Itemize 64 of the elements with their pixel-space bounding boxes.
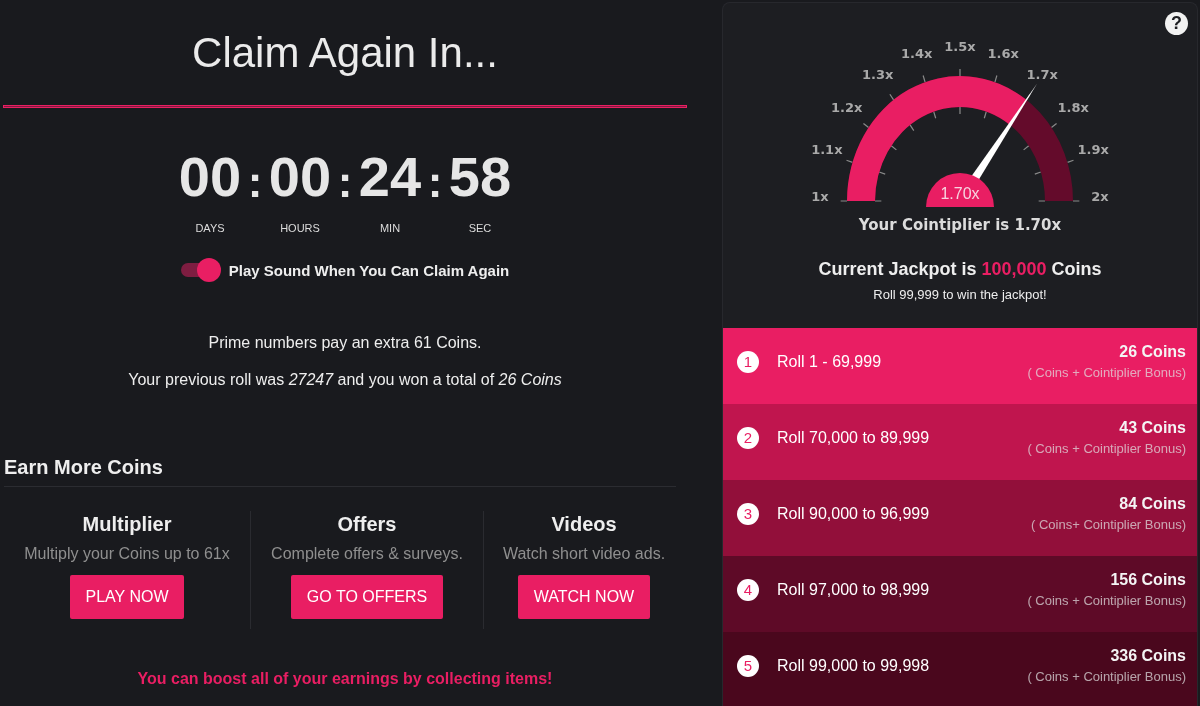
previous-roll-text: Your previous roll was 27247 and you won a total of 26 Coins <box>128 370 562 390</box>
gauge-value: 1.70x <box>940 184 980 202</box>
tier-reward: 84 Coins <box>1119 494 1186 514</box>
tier-number: 4 <box>737 579 759 601</box>
gauge-tick-label: 2x <box>1091 188 1109 204</box>
prime-note: Prime numbers pay an extra 61 Coins. <box>208 333 482 353</box>
countdown-value: 00 <box>178 145 242 209</box>
countdown-label: MIN <box>379 221 401 235</box>
tier-note: ( Coins + Cointiplier Bonus) <box>1027 592 1186 610</box>
gauge-tick-label: 1.1x <box>811 142 843 158</box>
section-heading: Earn More Coins <box>4 455 164 480</box>
help-button[interactable]: ? <box>1165 12 1188 35</box>
gauge-tick-label: 1.7x <box>1026 67 1058 83</box>
tier-reward: 336 Coins <box>1110 646 1186 666</box>
countdown-separator: : <box>246 156 264 208</box>
page-title: Claim Again In... <box>192 28 498 78</box>
tier-range: Roll 90,000 to 96,999 <box>777 505 930 523</box>
option-title: Multiplier <box>82 512 172 537</box>
tier-note: ( Coins+ Cointiplier Bonus) <box>1031 516 1186 534</box>
countdown-value: 00 <box>268 145 332 209</box>
option-button[interactable]: WATCH NOW <box>517 575 651 619</box>
countdown-label: DAYS <box>195 221 225 235</box>
gauge-tick-label: 1.6x <box>987 45 1019 61</box>
option-description: Watch short video ads. <box>502 544 666 564</box>
tier-reward: 26 Coins <box>1119 342 1186 362</box>
tier-note: ( Coins + Cointiplier Bonus) <box>1027 364 1186 382</box>
gauge-tick-label: 1x <box>811 188 829 204</box>
boost-note: You can boost all of your earnings by collecting items! <box>137 669 553 689</box>
countdown-separator: : <box>426 156 444 208</box>
gauge-tick-label: 1.5x <box>944 38 976 54</box>
tier-reward: 156 Coins <box>1110 570 1186 590</box>
tier-range: Roll 70,000 to 89,999 <box>777 429 930 447</box>
sound-toggle-label: Play Sound When You Can Claim Again <box>228 261 510 279</box>
countdown-value: 24 <box>358 145 422 209</box>
tier-range: Roll 97,000 to 98,999 <box>777 581 930 599</box>
option-title: Offers <box>337 512 397 537</box>
jackpot-text: Current Jackpot is 100,000 Coins <box>818 258 1102 280</box>
tier-number: 5 <box>737 655 759 677</box>
jackpot-hint: Roll 99,999 to win the jackpot! <box>873 287 1047 303</box>
tier-number: 3 <box>737 503 759 525</box>
tier-range: Roll 99,000 to 99,998 <box>777 657 930 675</box>
countdown-label: HOURS <box>280 221 320 235</box>
tier-reward: 43 Coins <box>1119 418 1186 438</box>
cointiplier-caption: Your Cointiplier is 1.70x <box>858 215 1062 235</box>
option-button[interactable]: PLAY NOW <box>69 575 185 619</box>
countdown-value: 58 <box>448 145 512 209</box>
tier-number: 1 <box>737 351 759 373</box>
gauge-tick-label: 1.8x <box>1057 100 1089 116</box>
gauge-tick-label: 1.9x <box>1077 142 1109 158</box>
tier-number: 2 <box>737 427 759 449</box>
gauge-tick-label: 1.4x <box>901 45 933 61</box>
option-button[interactable]: GO TO OFFERS <box>290 575 444 619</box>
option-title: Videos <box>551 512 617 537</box>
gauge-tick-label: 1.2x <box>831 100 863 116</box>
gauge-hub <box>926 173 994 207</box>
countdown-separator: : <box>336 156 354 208</box>
option-description: Complete offers & surveys. <box>271 544 463 564</box>
tier-note: ( Coins + Cointiplier Bonus) <box>1027 668 1186 686</box>
gauge-tick-label: 1.3x <box>862 67 894 83</box>
sound-toggle[interactable] <box>180 258 221 282</box>
tier-note: ( Coins + Cointiplier Bonus) <box>1027 440 1186 458</box>
option-description: Multiply your Coins up to 61x <box>24 544 230 564</box>
countdown-label: SEC <box>468 221 492 235</box>
tier-range: Roll 1 - 69,999 <box>777 353 882 371</box>
